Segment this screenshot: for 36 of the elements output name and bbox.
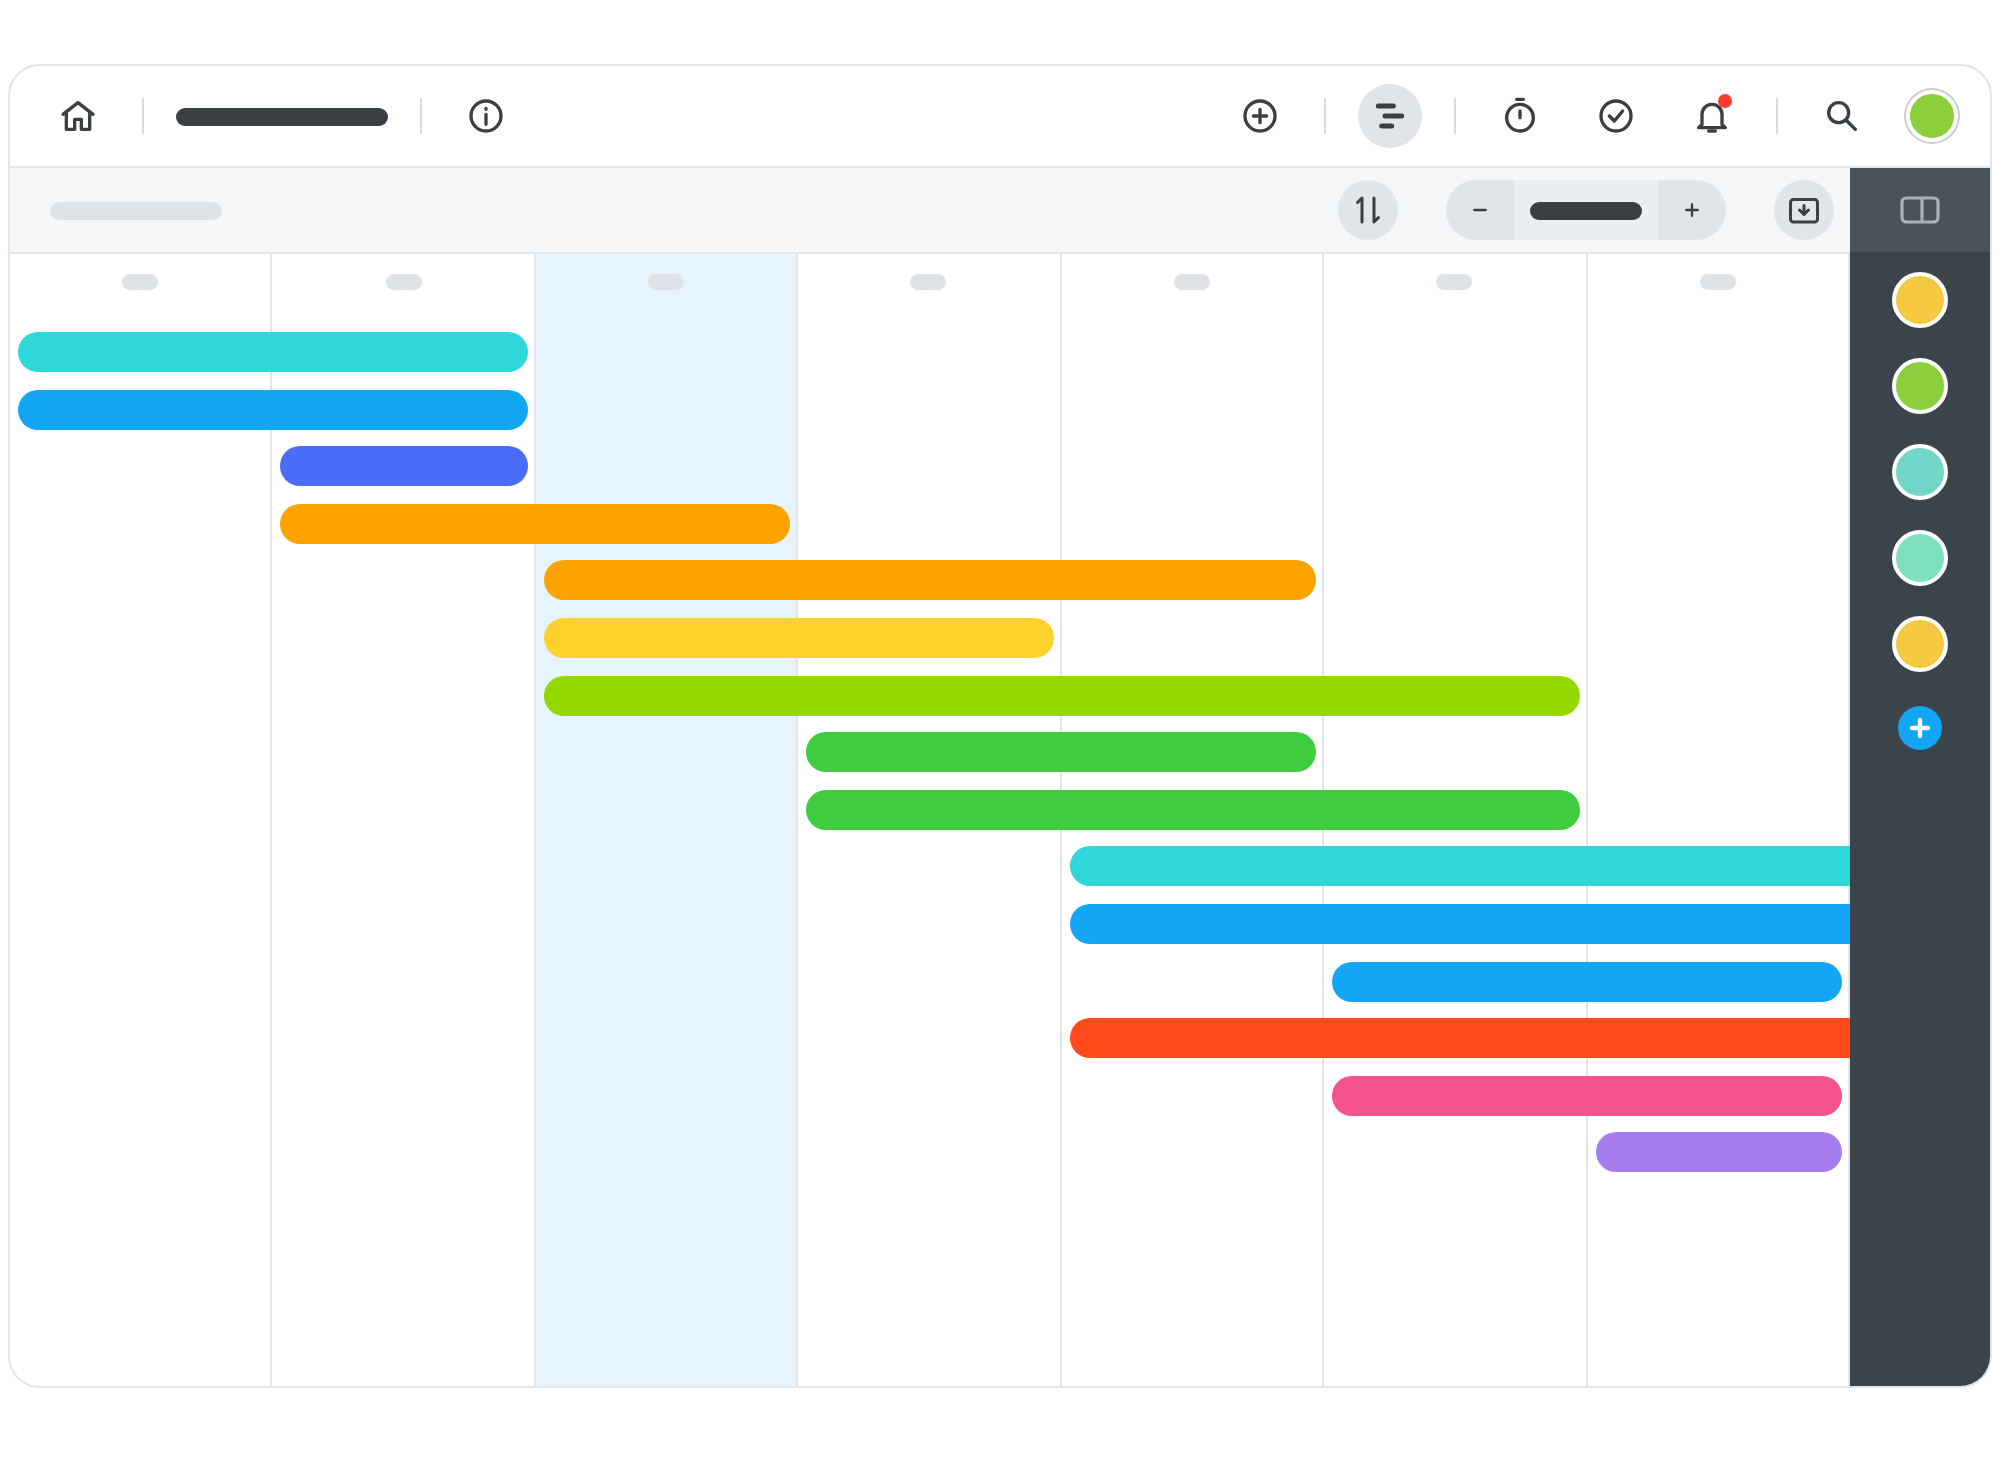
stopwatch-icon [1500, 96, 1540, 136]
info-icon [466, 96, 506, 136]
toolbar-button[interactable] [1358, 84, 1422, 148]
export-button[interactable] [1774, 180, 1834, 240]
member-avatar[interactable] [1892, 358, 1948, 414]
home-icon [58, 96, 98, 136]
date-placeholder [1436, 274, 1473, 290]
task-bar[interactable] [1332, 961, 1842, 1002]
plus-icon [1908, 716, 1932, 740]
task-bar[interactable] [543, 560, 1317, 601]
member-avatar[interactable] [1892, 272, 1948, 328]
add-member-button[interactable] [1898, 706, 1942, 750]
date-placeholder [1173, 274, 1210, 290]
check-circle-icon [1596, 96, 1636, 136]
task-bar[interactable] [1069, 1018, 1850, 1059]
task-bar[interactable] [1069, 903, 1850, 944]
add-icon [1240, 96, 1280, 136]
sort-arrows-icon [1350, 192, 1386, 228]
panel-toggle-icon[interactable] [1900, 194, 1940, 226]
member-avatar[interactable] [1892, 616, 1948, 672]
task-bar[interactable] [1332, 1075, 1842, 1116]
date-placeholder [1699, 274, 1736, 290]
task-bar[interactable] [1595, 1132, 1842, 1173]
date-placeholder [385, 274, 422, 290]
member-avatar[interactable] [1892, 444, 1948, 500]
task-bar[interactable] [806, 732, 1317, 773]
download-icon [1786, 192, 1822, 228]
date-placeholder [122, 274, 159, 290]
member-avatar[interactable] [1892, 530, 1948, 586]
search-icon [1822, 96, 1862, 136]
task-bar[interactable] [280, 446, 528, 487]
sort-button[interactable] [1338, 180, 1398, 240]
task-bar[interactable] [18, 389, 528, 430]
zoom-level-placeholder [1530, 201, 1642, 219]
task-bar[interactable] [806, 789, 1580, 830]
date-placeholder [910, 274, 947, 290]
